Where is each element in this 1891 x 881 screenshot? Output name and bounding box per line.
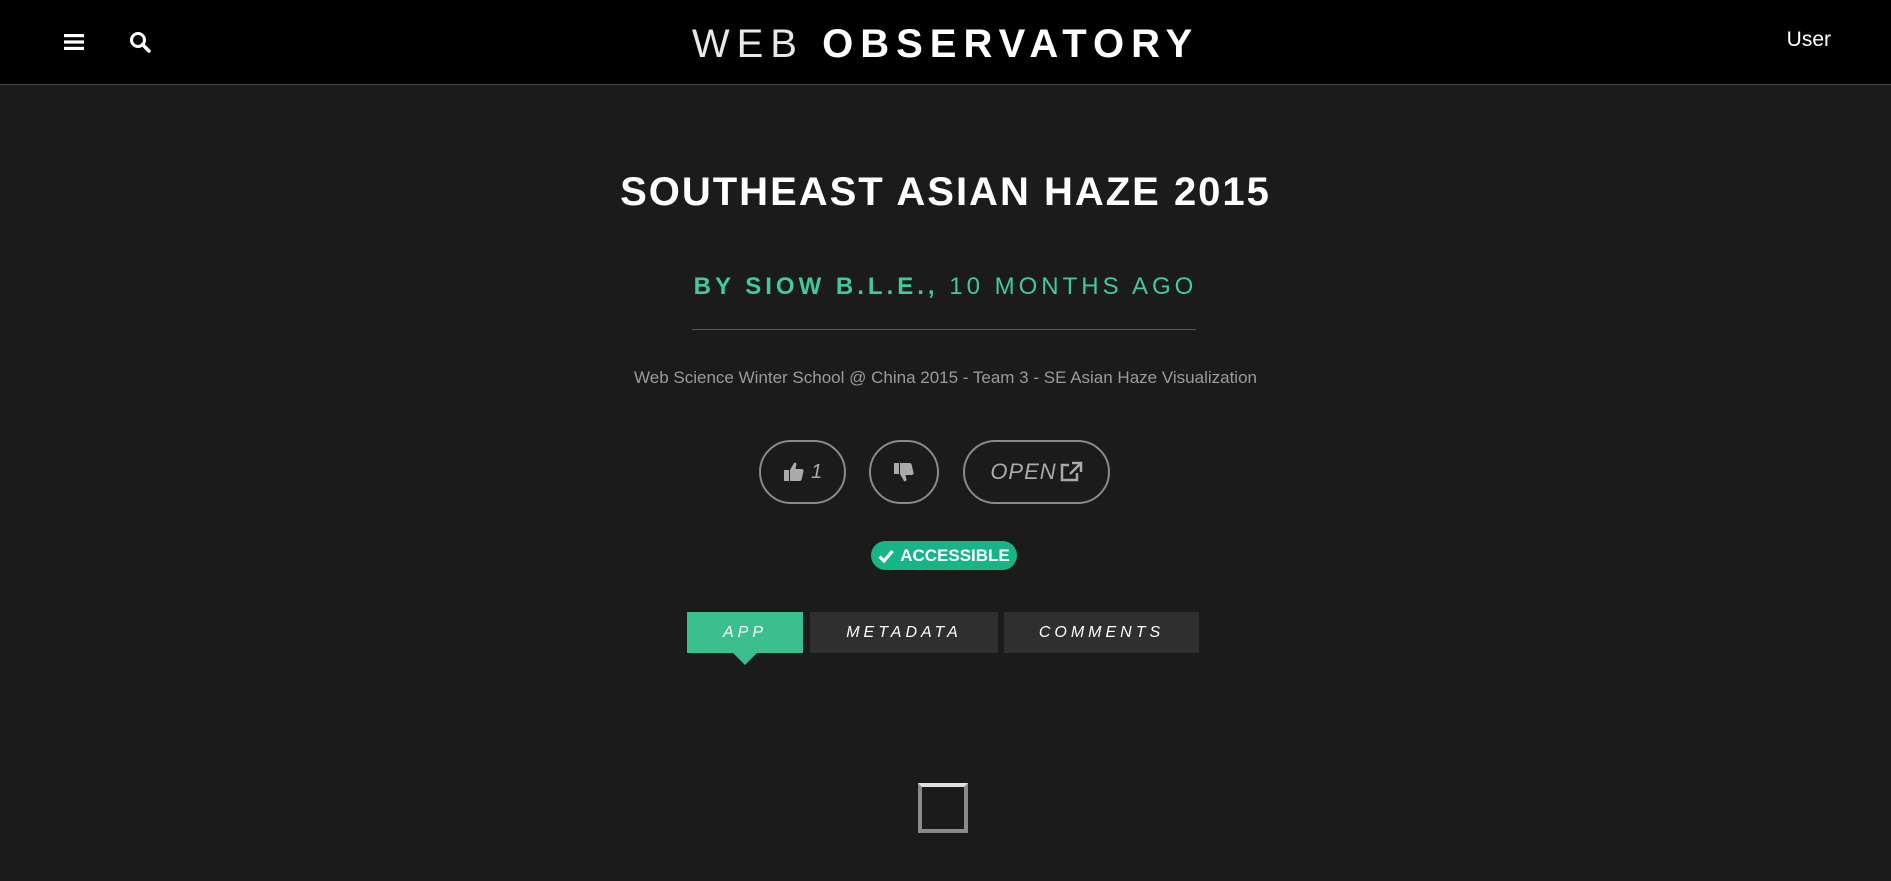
thumbs-up-icon: [783, 462, 804, 481]
author-link[interactable]: SIOW B.L.E.,: [745, 273, 938, 300]
accessible-badge: ACCESSIBLE: [871, 541, 1017, 570]
post-time: 10 MONTHS AGO: [949, 273, 1198, 300]
tab-comments[interactable]: COMMENTS: [1004, 612, 1199, 653]
brand-bold-text: OBSERVATORY: [822, 22, 1200, 66]
loading-spinner-icon: [918, 783, 968, 833]
tab-metadata[interactable]: METADATA: [810, 612, 998, 653]
top-navbar: WEB OBSERVATORY User: [0, 0, 1891, 85]
like-count: 1: [810, 460, 823, 483]
open-app-button[interactable]: OPEN: [963, 440, 1110, 504]
site-brand[interactable]: WEB OBSERVATORY: [0, 20, 1891, 68]
page-title: SOUTHEAST ASIAN HAZE 2015: [620, 170, 1271, 214]
brand-light-text: WEB: [691, 22, 804, 66]
tab-app[interactable]: APP: [687, 612, 803, 653]
byline-prefix: BY: [693, 273, 735, 300]
badge-label: ACCESSIBLE: [900, 545, 1010, 565]
external-link-icon: [1060, 461, 1082, 482]
thumbs-down-icon: [894, 463, 914, 482]
user-menu-link[interactable]: User: [1787, 28, 1831, 52]
like-button[interactable]: 1: [759, 440, 846, 504]
open-label: OPEN: [990, 459, 1057, 484]
byline: BY SIOW B.L.E., 10 MONTHS AGO: [0, 273, 1891, 301]
dislike-button[interactable]: [869, 440, 939, 504]
check-icon: [878, 549, 894, 563]
active-tab-indicator: [733, 653, 757, 665]
divider: [692, 329, 1196, 330]
app-description: Web Science Winter School @ China 2015 -…: [634, 368, 1257, 387]
